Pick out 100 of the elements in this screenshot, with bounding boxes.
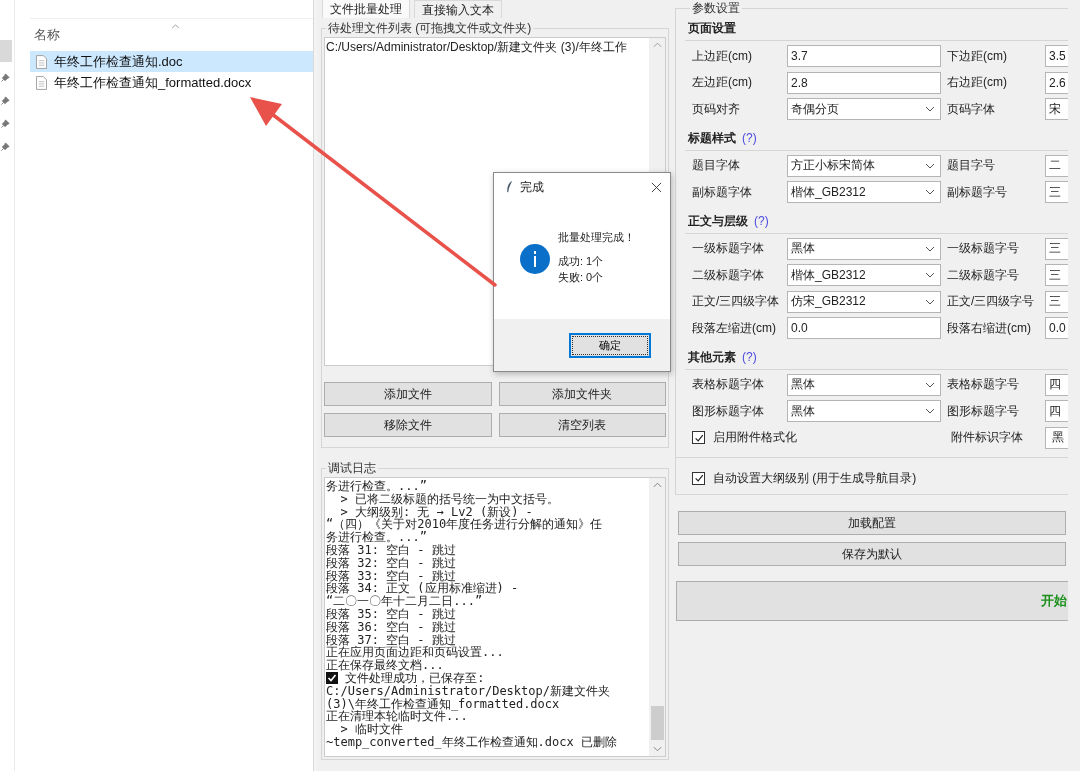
dropdown[interactable]: 楷体_GB2312 — [787, 181, 941, 204]
dropdown[interactable]: 三 — [1045, 237, 1068, 260]
dropdown[interactable]: 方正小标宋简体 — [787, 154, 941, 177]
tab[interactable]: 文件批量处理 — [322, 0, 410, 18]
file-row[interactable]: 年终工作检查通知.doc — [30, 51, 313, 72]
field-label: 表格标题字体 — [691, 376, 765, 394]
help-link[interactable]: (?) — [742, 131, 757, 145]
log-line: > 临时文件 — [340, 723, 403, 736]
log-line: 段落 36: 空白 - 跳过 — [326, 620, 456, 634]
checkbox-label: 自动设置大纲级别 (用于生成导航目录) — [712, 469, 917, 487]
log-line: 段落 35: 空白 - 跳过 — [326, 607, 456, 621]
pin-icon[interactable] — [1, 96, 10, 105]
document-icon — [36, 54, 47, 69]
action-button[interactable]: 清空列表 — [498, 413, 666, 437]
log-line: 段落 32: 空白 - 跳过 — [326, 556, 456, 570]
action-button[interactable]: 添加文件 — [324, 382, 492, 406]
group-title: 调试日志 — [327, 460, 377, 477]
pin-icon[interactable] — [1, 73, 10, 82]
close-icon[interactable] — [651, 181, 662, 193]
log-line: (3)\年终工作检查通知_formatted.docx — [326, 697, 560, 711]
field-label: 表格标题字号 — [946, 376, 1020, 394]
tab[interactable]: 直接输入文本 — [414, 0, 502, 18]
log-line: 正在应用页面边距和页码设置... — [326, 646, 504, 660]
log-line: 段落 34: 正文 (应用标准缩进) - — [326, 582, 519, 596]
log-line: 正在清理本轮临时文件... — [326, 710, 468, 724]
input-field[interactable]: 0.0 — [787, 317, 941, 340]
help-link[interactable]: (?) — [754, 214, 769, 228]
field-label: 左边距(cm) — [691, 74, 753, 92]
dropdown[interactable]: 奇偶分页 — [787, 98, 941, 121]
dropdown[interactable]: 四 — [1045, 373, 1068, 396]
chevron-down-icon — [925, 272, 935, 279]
chevron-down-icon — [925, 106, 935, 113]
help-link[interactable]: (?) — [742, 350, 757, 364]
dropdown[interactable]: 黑体 — [787, 400, 941, 423]
log-line: > 大纲级别: 无 → Lv2 (新设) - — [339, 505, 533, 519]
field-label: 二级标题字号 — [946, 266, 1020, 284]
field-label: 一级标题字体 — [691, 240, 765, 258]
chevron-down-icon — [925, 162, 935, 169]
info-icon — [520, 244, 550, 274]
dropdown[interactable]: 黑 — [1045, 426, 1068, 449]
section-title: 其他元素 — [688, 348, 736, 366]
file-row[interactable]: 年终工作检查通知_formatted.docx — [30, 72, 313, 93]
dropdown[interactable]: 三 — [1045, 264, 1068, 287]
ok-button[interactable]: 确定 — [569, 332, 651, 358]
dialog-title: 完成 — [520, 178, 545, 196]
chevron-down-icon — [925, 381, 935, 388]
log-line: 段落 33: 空白 - 跳过 — [326, 569, 456, 583]
input-field[interactable]: 2.8 — [787, 71, 941, 94]
dropdown[interactable]: 三 — [1045, 290, 1068, 313]
scrollbar-thumb[interactable] — [650, 706, 664, 740]
log-line: “（四）《关于对2010年度任务进行分解的通知》任 — [326, 518, 603, 532]
result-count: 失败: 0个 — [558, 270, 605, 285]
log-line: 段落 31: 空白 - 跳过 — [326, 544, 456, 557]
field-label: 右边距(cm) — [946, 74, 1008, 92]
log-line: 正在保存最终文档... — [326, 659, 444, 672]
dropdown[interactable]: 四 — [1045, 400, 1068, 423]
dropdown[interactable]: 楷体_GB2312 — [787, 264, 941, 287]
config-button[interactable]: 保存为默认 — [678, 542, 1066, 566]
dropdown[interactable]: 黑体 — [787, 373, 941, 396]
section-title: 标题样式 — [688, 129, 736, 147]
group-title: 参数设置 — [691, 0, 741, 17]
column-header[interactable]: 名称 — [34, 26, 60, 44]
log-line: > 已将二级标题的括号统一为中文括号。 — [340, 492, 559, 506]
document-icon — [36, 75, 47, 90]
field-label: 图形标题字体 — [691, 402, 765, 420]
config-button[interactable]: 加载配置 — [678, 511, 1066, 535]
field-label: 二级标题字体 — [691, 266, 765, 284]
dropdown[interactable]: 二 — [1045, 154, 1068, 177]
checkbox-label: 启用附件格式化 — [712, 429, 797, 447]
dropdown[interactable]: 宋 — [1045, 98, 1068, 121]
field-label: 下边距(cm) — [946, 47, 1008, 65]
dropdown[interactable]: 三 — [1045, 181, 1068, 204]
group-title: 待处理文件列表 (可拖拽文件或文件夹) — [327, 20, 533, 37]
field-label: 副标题字体 — [691, 183, 753, 201]
input-field[interactable]: 3.5 — [1045, 45, 1068, 68]
input-field[interactable]: 3.7 — [787, 45, 941, 68]
field-label: 副标题字号 — [946, 183, 1008, 201]
field-label: 段落左缩进(cm) — [691, 319, 777, 337]
field-label: 图形标题字号 — [946, 402, 1020, 420]
checkbox[interactable] — [692, 431, 705, 445]
pin-icon[interactable] — [1, 119, 10, 128]
pin-icon[interactable] — [1, 142, 10, 151]
field-label: 正文/三四级字号 — [946, 293, 1036, 311]
scrollbar[interactable] — [649, 478, 665, 756]
input-field[interactable]: 2.6 — [1045, 71, 1068, 94]
chevron-down-icon — [925, 298, 935, 305]
action-button[interactable]: 添加文件夹 — [498, 382, 666, 406]
section-title: 页面设置 — [688, 20, 736, 37]
log-line: 务进行检查。...” — [326, 531, 427, 544]
action-button[interactable]: 移除文件 — [324, 413, 492, 437]
result-count: 成功: 1个 — [558, 254, 605, 269]
checkbox[interactable] — [692, 471, 705, 485]
dropdown[interactable]: 仿宋_GB2312 — [787, 290, 941, 313]
chevron-down-icon — [925, 189, 935, 196]
feather-icon — [506, 180, 513, 194]
log-line: 段落 37: 空白 - 跳过 — [326, 633, 456, 647]
input-field[interactable]: 0.0 — [1045, 317, 1068, 340]
chevron-down-icon — [925, 245, 935, 252]
dropdown[interactable]: 黑体 — [787, 237, 941, 260]
list-item[interactable]: C:/Users/Administrator/Desktop/新建文件夹 (3)/年终工作 — [326, 39, 648, 55]
